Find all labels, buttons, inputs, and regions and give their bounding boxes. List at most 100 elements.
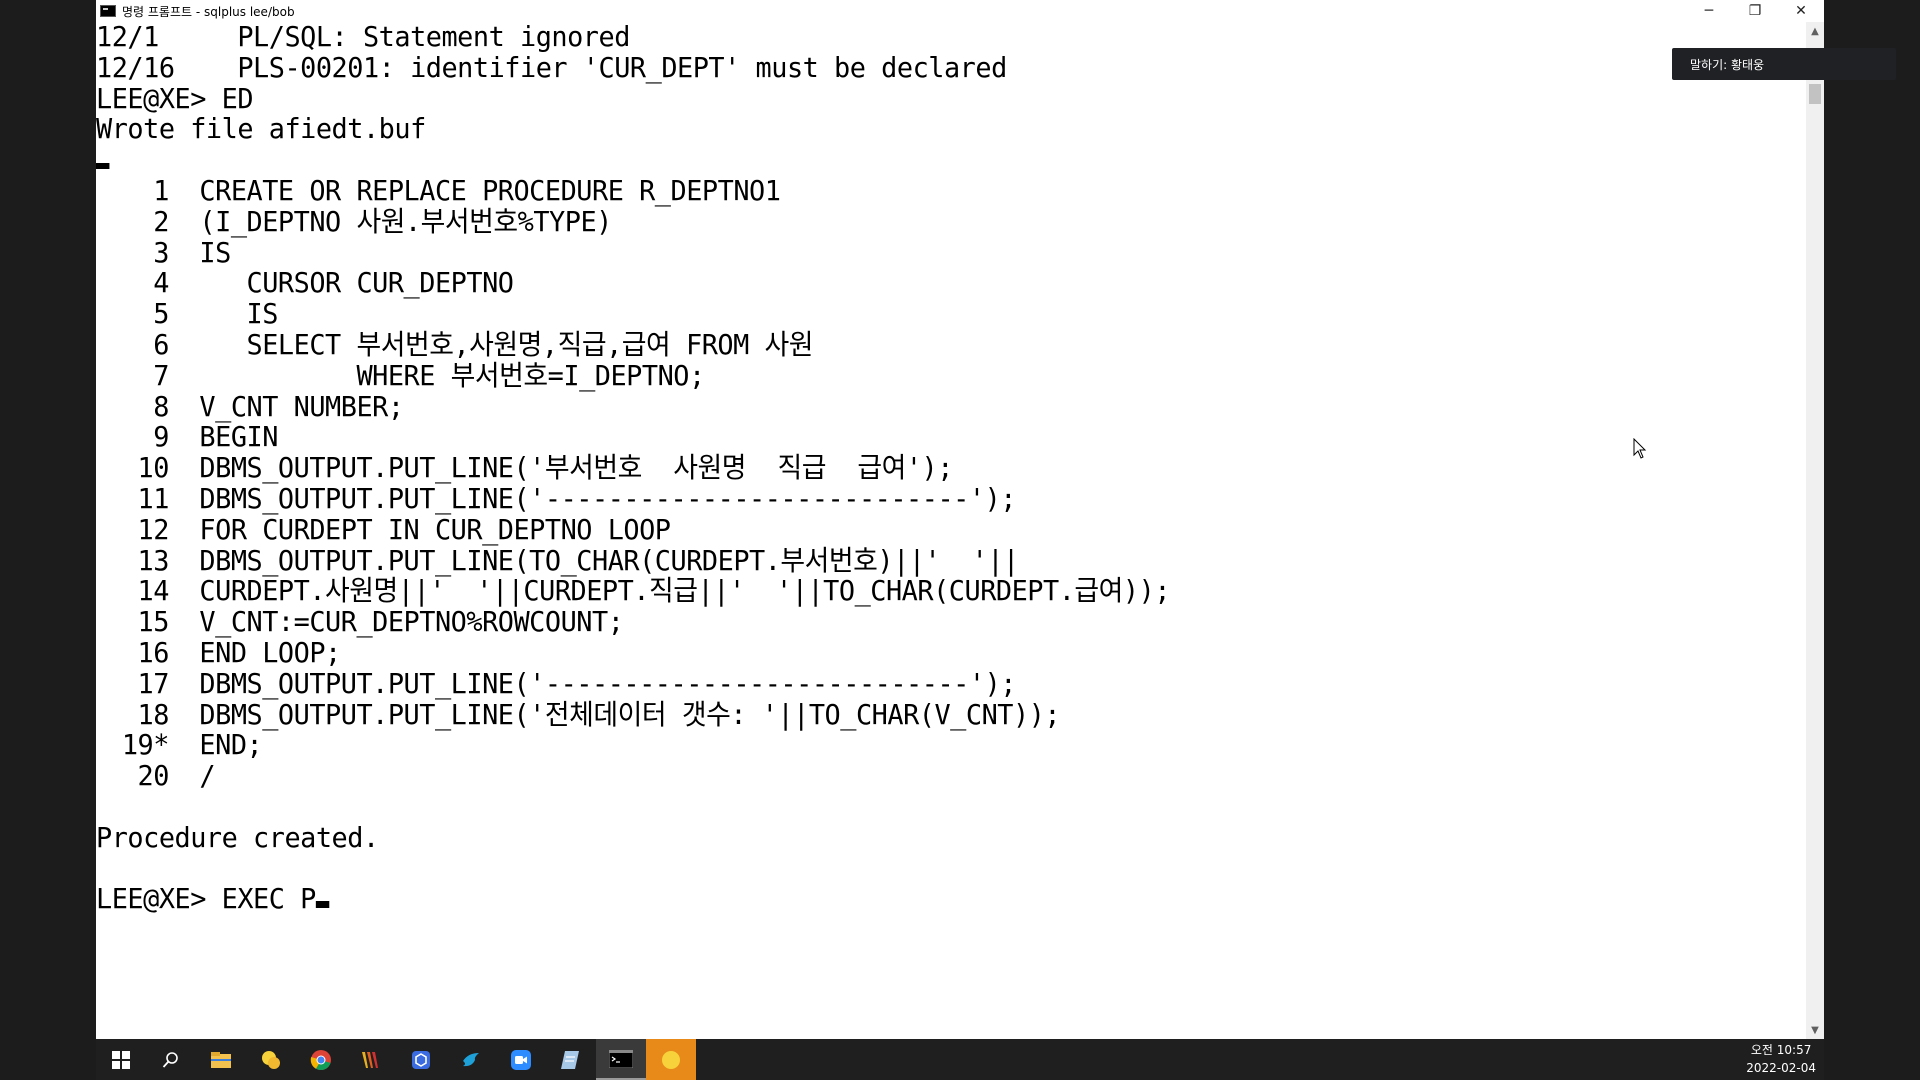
console-window[interactable]: 명령 프롬프트 - sqlplus lee/bob ─ ❐ ✕ 12/1 PL/… <box>96 0 1824 1039</box>
line-number: 19* <box>121 728 170 762</box>
code-line: 14 CURDEPT.사원명||' '||CURDEPT.직급||' '||TO… <box>96 576 1738 607</box>
code-text: IS <box>199 235 231 269</box>
line-number: 8 <box>153 389 169 423</box>
console-output[interactable]: 12/1 PL/SQL: Statement ignored 12/16 PLS… <box>96 20 1738 1039</box>
code-text: (I_DEPTNO 사원.부서번호%TYPE) <box>199 204 612 238</box>
code-text: DBMS_OUTPUT.PUT_LINE('------------------… <box>199 481 1016 515</box>
result-message: Procedure created. <box>96 820 379 854</box>
line-number: 16 <box>137 635 170 669</box>
code-line: 16 END LOOP; <box>96 635 1738 669</box>
taskbar: 오전 10:57 2022-02-04 <box>96 1039 1824 1080</box>
code-text: SELECT 부서번호,사원명,직급,급여 FROM 사원 <box>199 327 814 361</box>
vertical-scrollbar[interactable]: ▲ ▼ <box>1806 22 1824 1039</box>
code-line: 12 FOR CURDEPT IN CUR_DEPTNO LOOP <box>96 512 1738 546</box>
console-line: 12/1 PL/SQL: Statement ignored <box>96 20 630 53</box>
line-number: 4 <box>153 266 169 300</box>
system-clock[interactable]: 오전 10:57 2022-02-04 <box>1746 1041 1816 1077</box>
code-text: DBMS_OUTPUT.PUT_LINE('부서번호 사원명 직급 급여'); <box>199 451 953 485</box>
code-text: CURDEPT.사원명||' '||CURDEPT.직급||' '||TO_CH… <box>199 574 1171 608</box>
text-marker <box>96 163 110 170</box>
scroll-up-arrow-icon[interactable]: ▲ <box>1806 22 1824 40</box>
line-number: 20 <box>137 759 170 793</box>
notepad-icon[interactable] <box>546 1039 596 1080</box>
kakaotalk-icon[interactable] <box>246 1039 296 1080</box>
code-line: 19* END; <box>96 730 1738 761</box>
code-line: 4 CURSOR CUR_DEPTNO <box>96 268 1738 299</box>
code-text: V_CNT:=CUR_DEPTNO%ROWCOUNT; <box>199 605 624 639</box>
mouse-pointer-icon <box>1633 438 1647 459</box>
code-text: DBMS_OUTPUT.PUT_LINE('------------------… <box>199 666 1016 700</box>
code-line: 8 V_CNT NUMBER; <box>96 389 1738 423</box>
console-line: LEE@XE> ED <box>96 81 254 115</box>
code-text: FOR CURDEPT IN CUR_DEPTNO LOOP <box>199 512 671 546</box>
console-line: 12/16 PLS-00201: identifier 'CUR_DEPT' m… <box>96 50 1007 84</box>
code-line: 20 / <box>96 759 1738 793</box>
line-number: 2 <box>153 204 169 238</box>
title-bar[interactable]: 명령 프롬프트 - sqlplus lee/bob ─ ❐ ✕ <box>96 0 1824 22</box>
close-button[interactable]: ✕ <box>1778 0 1824 22</box>
scroll-down-arrow-icon[interactable]: ▼ <box>1806 1021 1824 1039</box>
code-line: 17 DBMS_OUTPUT.PUT_LINE('---------------… <box>96 666 1738 700</box>
yellow-circle-app-icon[interactable] <box>646 1039 696 1080</box>
code-text: WHERE 부서번호=I_DEPTNO; <box>199 358 705 392</box>
code-text: CURSOR CUR_DEPTNO <box>199 266 514 300</box>
blank-line <box>96 145 1738 176</box>
code-line: 2 (I_DEPTNO 사원.부서번호%TYPE) <box>96 204 1738 238</box>
clock-date: 2022-02-04 <box>1746 1061 1816 1075</box>
zoom-icon[interactable] <box>496 1039 546 1080</box>
window-title: 명령 프롬프트 - sqlplus lee/bob <box>122 4 295 19</box>
clock-time: 오전 10:57 <box>1750 1043 1812 1057</box>
search-icon[interactable] <box>146 1039 196 1080</box>
code-line: 6 SELECT 부서번호,사원명,직급,급여 FROM 사원 <box>96 327 1738 361</box>
code-line: 3 IS <box>96 235 1738 269</box>
code-text: DBMS_OUTPUT.PUT_LINE(TO_CHAR(CURDEPT.부서번… <box>199 543 1019 577</box>
code-text: END; <box>199 728 263 762</box>
console-line: Wrote file afiedt.buf <box>96 112 426 146</box>
code-line: 18 DBMS_OUTPUT.PUT_LINE('전체데이터 갯수: '||TO… <box>96 697 1738 731</box>
cmd-app-icon <box>100 5 116 17</box>
code-text: DBMS_OUTPUT.PUT_LINE('전체데이터 갯수: '||TO_CH… <box>199 697 1061 731</box>
code-line: 7 WHERE 부서번호=I_DEPTNO; <box>96 358 1738 392</box>
line-number: 9 <box>153 420 169 454</box>
bird-app-icon[interactable] <box>446 1039 496 1080</box>
code-text: V_CNT NUMBER; <box>199 389 404 423</box>
line-number: 7 <box>153 358 169 392</box>
code-line: 10 DBMS_OUTPUT.PUT_LINE('부서번호 사원명 직급 급여'… <box>96 451 1738 485</box>
code-line: 11 DBMS_OUTPUT.PUT_LINE('---------------… <box>96 481 1738 515</box>
line-number: 15 <box>137 605 170 639</box>
restore-button[interactable]: ❐ <box>1732 0 1778 22</box>
line-number: 6 <box>153 327 169 361</box>
speaking-indicator: 말하기: 황태웅 <box>1672 48 1896 80</box>
winamp-icon[interactable] <box>346 1039 396 1080</box>
code-line: 15 V_CNT:=CUR_DEPTNO%ROWCOUNT; <box>96 605 1738 639</box>
line-number: 3 <box>153 235 169 269</box>
code-text: IS <box>199 297 279 331</box>
file-explorer-icon[interactable] <box>196 1039 246 1080</box>
line-number: 17 <box>137 666 170 700</box>
code-text: CREATE OR REPLACE PROCEDURE R_DEPTNO1 <box>199 173 781 207</box>
code-line: 9 BEGIN <box>96 422 1738 453</box>
shield-app-icon[interactable] <box>396 1039 446 1080</box>
line-number: 1 <box>153 173 169 207</box>
code-line: 13 DBMS_OUTPUT.PUT_LINE(TO_CHAR(CURDEPT.… <box>96 543 1738 577</box>
line-number: 18 <box>137 697 170 731</box>
line-number: 12 <box>137 512 170 546</box>
cmd-icon[interactable] <box>596 1039 646 1080</box>
prompt-text: LEE@XE> EXEC P <box>96 882 316 916</box>
code-line: 1 CREATE OR REPLACE PROCEDURE R_DEPTNO1 <box>96 173 1738 207</box>
code-text: / <box>199 759 216 793</box>
command-prompt[interactable]: LEE@XE> EXEC P <box>96 882 1738 916</box>
code-line: 5 IS <box>96 297 1738 331</box>
code-text: END LOOP; <box>199 635 341 669</box>
code-listing: 1 CREATE OR REPLACE PROCEDURE R_DEPTNO1 2… <box>96 173 1738 793</box>
line-number: 10 <box>137 451 170 485</box>
chrome-icon[interactable] <box>296 1039 346 1080</box>
code-text: BEGIN <box>199 420 278 454</box>
minimize-button[interactable]: ─ <box>1686 0 1732 22</box>
line-number: 13 <box>137 543 170 577</box>
line-number: 11 <box>137 481 170 515</box>
windows-start-icon[interactable] <box>96 1039 146 1080</box>
scrollbar-thumb[interactable] <box>1809 84 1821 104</box>
